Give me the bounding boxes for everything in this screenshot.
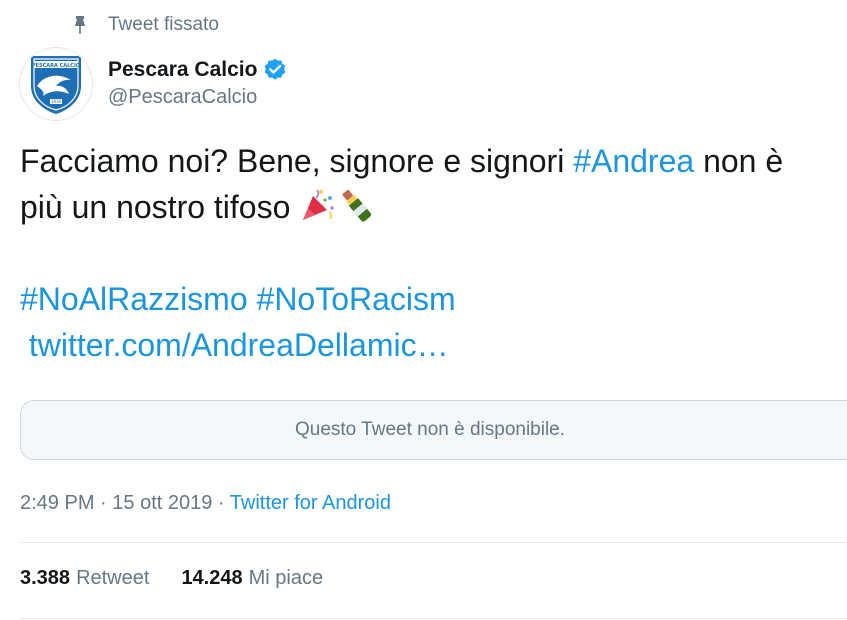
unavailable-message: Questo Tweet non è disponibile. [294,419,566,440]
pinned-label: Tweet fissato [108,14,219,35]
tweet-text-segment: Facciamo noi? Bene, signore e signori [20,143,574,179]
verified-badge-icon [262,57,288,83]
tweet-date[interactable]: 15 ott 2019 [112,492,212,514]
divider [20,542,847,543]
tweet-line-1: Facciamo noi? Bene, signore e signori #A… [20,138,840,184]
party-popper-icon [299,186,337,224]
tweet-line-2: più un nostro tifoso [20,184,840,230]
retweet-label: Retweet [76,567,150,589]
svg-text:1936: 1936 [51,99,62,104]
unavailable-quoted-tweet: Questo Tweet non è disponibile. [20,400,847,460]
avatar[interactable]: PESCARA CALCIO 1936 [20,48,92,120]
retweet-stat[interactable]: 3.388 Retweet [20,567,149,590]
tweet-text: Facciamo noi? Bene, signore e signori #A… [20,138,840,368]
author-name[interactable]: Pescara Calcio [108,58,257,82]
like-stat[interactable]: 14.248 Mi piace [181,567,323,590]
tweet-line-link: twitter.com/AndreaDellamic… [20,322,840,368]
tweet-text-segment: non è [694,143,784,179]
tweet-time[interactable]: 2:49 PM [20,492,94,514]
like-label: Mi piace [248,567,324,589]
divider [20,618,847,619]
meta-separator: · [212,492,230,514]
tweet-line-hashtags: #NoAlRazzismo #NoToRacism [20,276,840,322]
pin-icon [72,14,88,36]
hashtag-notoracism[interactable]: #NoToRacism [257,281,456,317]
tweet-stats: 3.388 Retweet 14.248 Mi piace [20,567,323,590]
tweet-text-segment: più un nostro tifoso [20,189,300,225]
pescara-logo-icon: PESCARA CALCIO 1936 [31,56,81,114]
tweet-metadata: 2:49 PM · 15 ott 2019 · Twitter for Andr… [20,492,391,515]
hashtag-andrea[interactable]: #Andrea [573,143,694,179]
tweet-source-link[interactable]: Twitter for Android [230,492,391,514]
champagne-bottle-icon [337,186,375,224]
author-block: Pescara Calcio @PescaraCalcio [108,55,288,109]
retweet-count: 3.388 [20,567,71,589]
hashtag-noalrazzismo[interactable]: #NoAlRazzismo [20,281,248,317]
svg-text:PESCARA CALCIO: PESCARA CALCIO [32,63,80,69]
like-count: 14.248 [181,567,243,589]
pinned-indicator: Tweet fissato [72,14,219,36]
meta-separator: · [94,492,113,514]
author-handle[interactable]: @PescaraCalcio [108,86,288,109]
quoted-tweet-link[interactable]: twitter.com/AndreaDellamic… [29,327,449,363]
